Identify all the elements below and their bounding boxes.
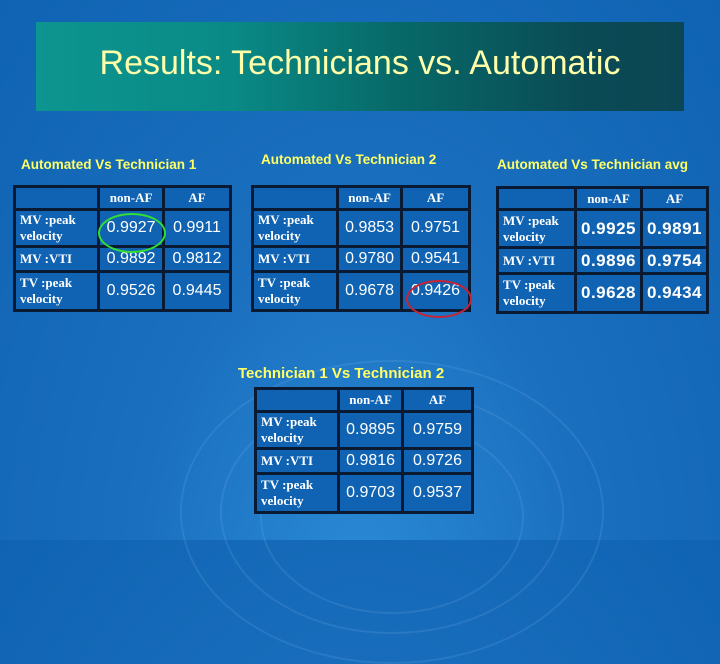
table-row: MV :VTI 0.9816 0.9726	[253, 447, 474, 475]
row-label: TV :peak velocity	[12, 270, 101, 312]
row-label: MV :VTI	[253, 447, 341, 475]
row-label: MV :peak velocity	[496, 208, 577, 249]
row-label: TV :peak velocity	[496, 272, 577, 314]
header-cell-af: AF	[640, 186, 709, 211]
value-cell: 0.9426	[400, 270, 471, 312]
header-cell-af: AF	[400, 185, 471, 211]
value-cell: 0.9754	[640, 246, 709, 275]
table-row: MV :peak velocity 0.9853 0.9751	[250, 208, 471, 248]
header-cell-non-af: non-AF	[574, 186, 643, 211]
table-caption-auto-vs-tech2: Automated Vs Technician 2	[261, 152, 437, 167]
value-cell: 0.9925	[574, 208, 643, 249]
value-cell: 0.9537	[401, 472, 474, 514]
value-cell: 0.9853	[336, 208, 404, 248]
slide-title: Results: Technicians vs. Automatic	[99, 44, 621, 82]
title-banner: Results: Technicians vs. Automatic	[36, 22, 684, 111]
row-label: MV :peak velocity	[253, 410, 341, 450]
value-cell: 0.9891	[640, 208, 709, 249]
header-cell-empty	[12, 185, 101, 211]
table-header-row: non-AF AF	[250, 185, 471, 211]
table-row: MV :peak velocity 0.9895 0.9759	[253, 410, 474, 450]
table-caption-auto-vs-tech-avg: Automated Vs Technician avg	[497, 157, 689, 172]
table-caption-tech1-vs-tech2: Technician 1 Vs Technician 2	[238, 365, 445, 382]
table-row: MV :VTI 0.9892 0.9812	[12, 245, 232, 273]
value-cell: 0.9911	[162, 208, 232, 248]
table-auto-vs-tech-avg: non-AF AF MV :peak velocity 0.9925 0.989…	[496, 186, 709, 314]
table-row: MV :peak velocity 0.9925 0.9891	[496, 208, 709, 249]
table-row: TV :peak velocity 0.9703 0.9537	[253, 472, 474, 514]
table-header-row: non-AF AF	[12, 185, 232, 211]
table-auto-vs-tech2: non-AF AF MV :peak velocity 0.9853 0.975…	[250, 185, 471, 312]
row-label: MV :VTI	[250, 245, 340, 273]
header-cell-af: AF	[162, 185, 232, 211]
value-cell: 0.9703	[337, 472, 405, 514]
value-cell: 0.9780	[336, 245, 404, 273]
value-cell: 0.9541	[400, 245, 471, 273]
table-caption-auto-vs-tech1: Automated Vs Technician 1	[21, 157, 197, 172]
table-row: MV :VTI 0.9780 0.9541	[250, 245, 471, 273]
row-label: TV :peak velocity	[250, 270, 340, 312]
table-row: TV :peak velocity 0.9526 0.9445	[12, 270, 232, 312]
header-cell-empty	[496, 186, 577, 211]
value-cell: 0.9892	[97, 245, 166, 273]
table-header-row: non-AF AF	[496, 186, 709, 211]
header-cell-non-af: non-AF	[97, 185, 166, 211]
row-label: MV :VTI	[496, 246, 577, 275]
header-cell-non-af: non-AF	[336, 185, 404, 211]
header-cell-non-af: non-AF	[337, 387, 405, 413]
value-cell: 0.9445	[162, 270, 232, 312]
value-cell: 0.9896	[574, 246, 643, 275]
value-cell: 0.9816	[337, 447, 405, 475]
header-cell-empty	[253, 387, 341, 413]
table-row: TV :peak velocity 0.9628 0.9434	[496, 272, 709, 314]
row-label: MV :peak velocity	[12, 208, 101, 248]
value-cell: 0.9628	[574, 272, 643, 314]
value-cell: 0.9751	[400, 208, 471, 248]
row-label: TV :peak velocity	[253, 472, 341, 514]
header-cell-af: AF	[401, 387, 474, 413]
value-cell: 0.9895	[337, 410, 405, 450]
table-header-row: non-AF AF	[253, 387, 474, 413]
value-cell: 0.9678	[336, 270, 404, 312]
table-row: MV :peak velocity 0.9927 0.9911	[12, 208, 232, 248]
value-cell: 0.9726	[401, 447, 474, 475]
row-label: MV :VTI	[12, 245, 101, 273]
value-cell: 0.9434	[640, 272, 709, 314]
table-row: TV :peak velocity 0.9678 0.9426	[250, 270, 471, 312]
table-tech1-vs-tech2: non-AF AF MV :peak velocity 0.9895 0.975…	[253, 387, 474, 514]
value-cell: 0.9526	[97, 270, 166, 312]
value-cell: 0.9812	[162, 245, 232, 273]
value-cell: 0.9927	[97, 208, 166, 248]
header-cell-empty	[250, 185, 340, 211]
value-cell: 0.9759	[401, 410, 474, 450]
table-auto-vs-tech1: non-AF AF MV :peak velocity 0.9927 0.991…	[12, 185, 232, 312]
table-row: MV :VTI 0.9896 0.9754	[496, 246, 709, 275]
row-label: MV :peak velocity	[250, 208, 340, 248]
